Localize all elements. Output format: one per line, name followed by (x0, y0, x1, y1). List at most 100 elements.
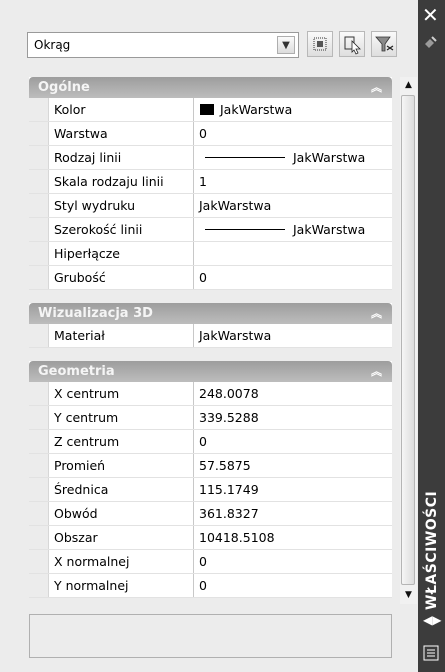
chevron-down-icon[interactable]: ▼ (277, 36, 295, 54)
property-row[interactable]: Y centrum 339.5288 (29, 406, 392, 430)
section-1: Wizualizacja 3D ︽ Materiał JakWarstwa (29, 303, 392, 348)
row-gutter (29, 574, 49, 597)
property-row[interactable]: Obszar 10418.5108 (29, 526, 392, 550)
section-header[interactable]: Ogólne ︽ (29, 77, 392, 98)
property-value[interactable]: 0 (194, 574, 392, 597)
property-value-text: JakWarstwa (220, 102, 293, 117)
properties-menu-icon[interactable] (423, 645, 439, 661)
property-value-text: 0 (199, 126, 207, 141)
description-area (29, 614, 392, 658)
property-value[interactable]: 0 (194, 266, 392, 289)
scroll-thumb[interactable] (401, 95, 415, 585)
vertical-scrollbar[interactable]: ▲ ▼ (400, 77, 417, 604)
row-gutter (29, 242, 49, 265)
section-gap (29, 598, 392, 604)
select-objects-button[interactable] (339, 31, 365, 57)
property-row[interactable]: Szerokość linii JakWarstwa (29, 218, 392, 242)
property-value[interactable]: 361.8327 (194, 502, 392, 525)
row-gutter (29, 406, 49, 429)
property-row[interactable]: Styl wydruku JakWarstwa (29, 194, 392, 218)
palette-titlebar: ✕ WŁAŚCIWOŚCI ◀▶ (418, 0, 445, 672)
property-value[interactable]: 57.5875 (194, 454, 392, 477)
toggle-pickadd-icon (313, 37, 327, 51)
property-value[interactable]: 0 (194, 430, 392, 453)
property-value[interactable]: 0 (194, 122, 392, 145)
property-label: Warstwa (49, 122, 194, 145)
property-row[interactable]: Średnica 115.1749 (29, 478, 392, 502)
property-row[interactable]: Promień 57.5875 (29, 454, 392, 478)
close-icon[interactable]: ✕ (422, 5, 439, 25)
property-value-text: JakWarstwa (199, 198, 272, 213)
property-value[interactable]: JakWarstwa (194, 218, 392, 241)
property-label: Kolor (49, 98, 194, 121)
property-value[interactable]: JakWarstwa (194, 146, 392, 169)
scroll-up-icon[interactable]: ▲ (400, 77, 417, 94)
property-row[interactable]: Kolor JakWarstwa (29, 98, 392, 122)
collapse-icon[interactable]: ︽ (371, 303, 382, 324)
object-type-dropdown[interactable]: Okrąg ▼ (27, 32, 299, 58)
quick-select-button[interactable] (371, 31, 397, 57)
property-row[interactable]: Grubość 0 (29, 266, 392, 290)
property-value-text: 361.8327 (199, 506, 259, 521)
property-value-text: 1 (199, 174, 207, 189)
property-value[interactable]: 248.0078 (194, 382, 392, 405)
properties-menu-arrows-icon[interactable]: ◀▶ (423, 613, 441, 627)
property-row[interactable]: Z centrum 0 (29, 430, 392, 454)
auto-hide-icon[interactable] (423, 34, 439, 50)
property-value[interactable]: 339.5288 (194, 406, 392, 429)
property-value[interactable]: JakWarstwa (194, 98, 392, 121)
property-value[interactable]: JakWarstwa (194, 194, 392, 217)
property-row[interactable]: Rodzaj linii JakWarstwa (29, 146, 392, 170)
section-2: Geometria ︽ X centrum 248.0078 Y centrum 339.… (29, 361, 392, 598)
property-row[interactable]: X normalnej 0 (29, 550, 392, 574)
linetype-preview (205, 229, 285, 230)
collapse-icon[interactable]: ︽ (371, 77, 382, 98)
row-gutter (29, 218, 49, 241)
property-label: Szerokość linii (49, 218, 194, 241)
properties-grid: Ogólne ︽ Kolor JakWarstwa Warstwa 0 Rodzaj lin… (29, 77, 392, 604)
property-value-text: JakWarstwa (293, 150, 366, 165)
row-gutter (29, 146, 49, 169)
property-label: Obwód (49, 502, 194, 525)
property-row[interactable]: Skala rodzaju linii 1 (29, 170, 392, 194)
row-gutter (29, 98, 49, 121)
scroll-down-icon[interactable]: ▼ (400, 587, 417, 604)
section-gap (29, 348, 392, 361)
property-value[interactable]: JakWarstwa (194, 324, 392, 347)
object-type-value: Okrąg (34, 38, 71, 52)
property-row[interactable]: Y normalnej 0 (29, 574, 392, 598)
row-gutter (29, 170, 49, 193)
property-label: Rodzaj linii (49, 146, 194, 169)
property-row[interactable]: Warstwa 0 (29, 122, 392, 146)
property-value-text: 10418.5108 (199, 530, 275, 545)
toggle-pickadd-button[interactable] (307, 31, 333, 57)
property-value[interactable]: 115.1749 (194, 478, 392, 501)
property-row[interactable]: Materiał JakWarstwa (29, 324, 392, 348)
color-swatch (200, 104, 214, 115)
row-gutter (29, 550, 49, 573)
property-label: Skala rodzaju linii (49, 170, 194, 193)
palette-title: WŁAŚCIWOŚCI (424, 490, 440, 610)
property-row[interactable]: X centrum 248.0078 (29, 382, 392, 406)
section-title: Wizualizacja 3D (38, 306, 153, 321)
section-header[interactable]: Geometria ︽ (29, 361, 392, 382)
property-label: Obszar (49, 526, 194, 549)
property-value-text: 0 (199, 270, 207, 285)
property-value[interactable]: 0 (194, 550, 392, 573)
property-value[interactable]: 1 (194, 170, 392, 193)
property-value-text: 57.5875 (199, 458, 251, 473)
property-label: X normalnej (49, 550, 194, 573)
collapse-icon[interactable]: ︽ (371, 361, 382, 382)
section-header[interactable]: Wizualizacja 3D ︽ (29, 303, 392, 324)
property-row[interactable]: Obwód 361.8327 (29, 502, 392, 526)
row-gutter (29, 526, 49, 549)
section-gap (29, 290, 392, 303)
property-value[interactable]: 10418.5108 (194, 526, 392, 549)
property-row[interactable]: Hiperłącze (29, 242, 392, 266)
properties-palette: Okrąg ▼ Ogólne ︽ Kolor JakWarstwa Warstwa 0 Ro… (0, 0, 418, 672)
property-label: Styl wydruku (49, 194, 194, 217)
section-0: Ogólne ︽ Kolor JakWarstwa Warstwa 0 Rodzaj lin… (29, 77, 392, 290)
property-value[interactable] (194, 242, 392, 265)
row-gutter (29, 382, 49, 405)
section-title: Geometria (38, 364, 115, 379)
